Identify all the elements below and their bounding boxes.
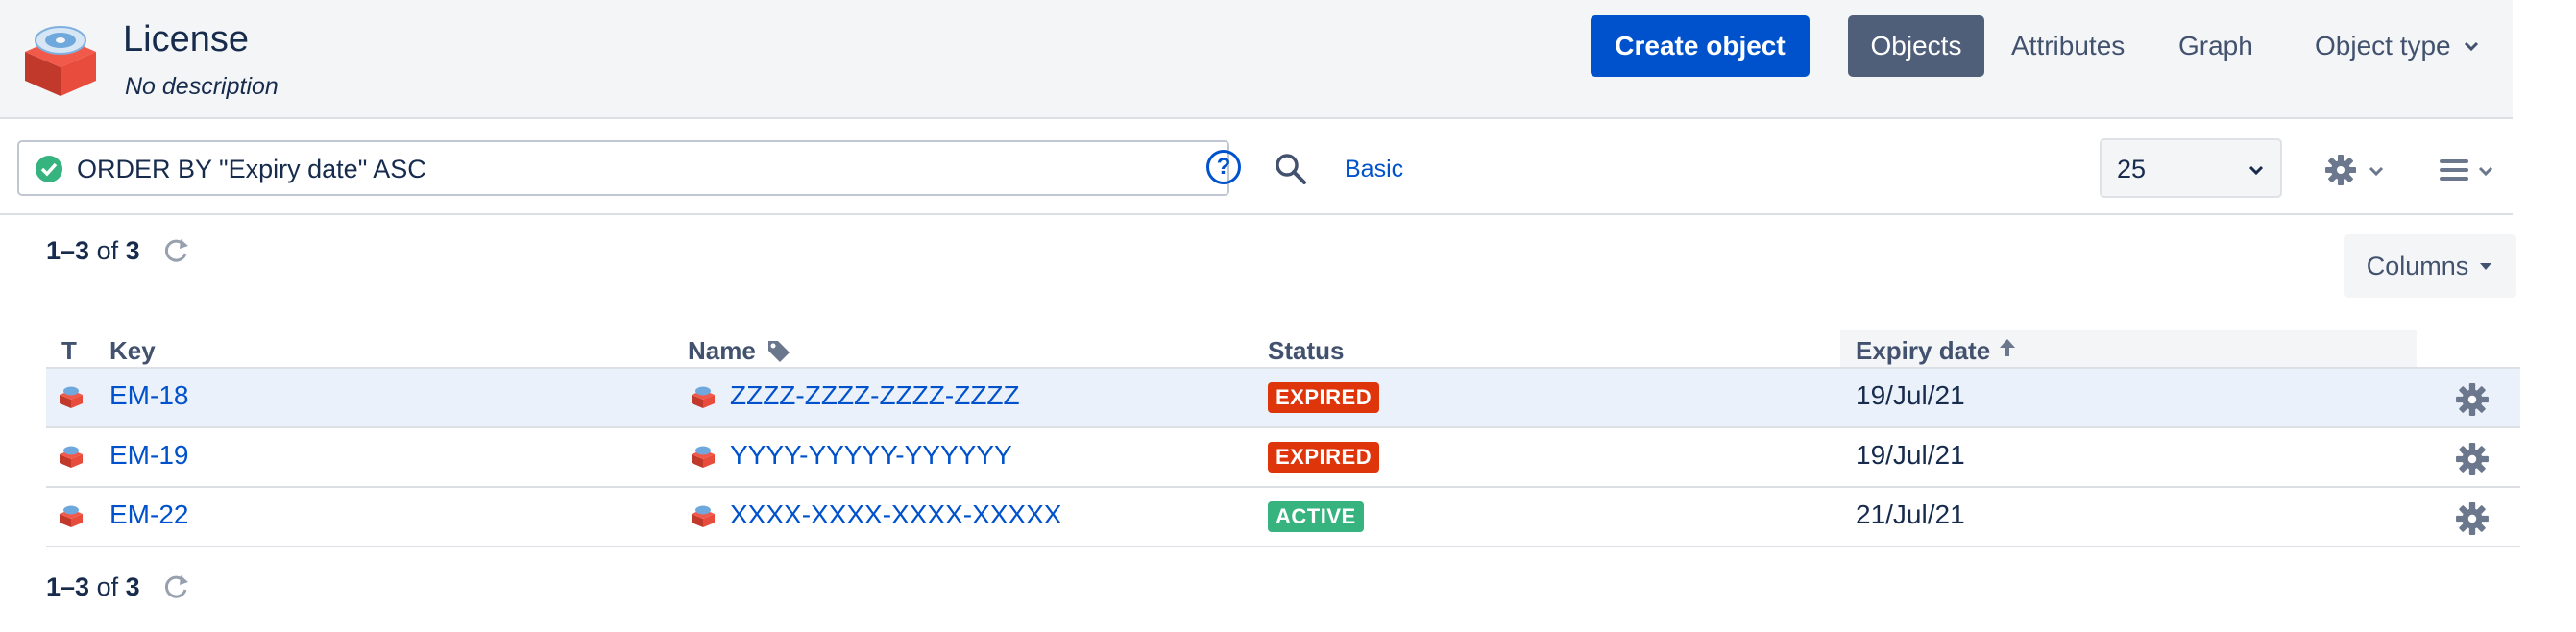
results-count-bottom: 1–3 of 3 [46, 572, 140, 602]
page-size-select[interactable]: 25 [2100, 138, 2282, 198]
caret-down-icon [2480, 263, 2492, 270]
search-bar: ORDER BY "Expiry date" ASC ? Basic 25 [0, 119, 2513, 215]
gear-icon[interactable] [2455, 501, 2490, 536]
table-row[interactable]: EM-22 XXXX-XXXX-XXXX-XXXXX ACTIVE 21/Jul… [46, 488, 2520, 547]
gear-icon[interactable] [2455, 382, 2490, 417]
tab-graph[interactable]: Graph [2178, 15, 2253, 77]
table-header: T Key Name Status Expiry date [46, 330, 2520, 369]
objects-table: T Key Name Status Expiry date EM-18 ZZZZ… [46, 330, 2520, 547]
hamburger-icon [2440, 159, 2468, 181]
column-header-name[interactable]: Name [688, 336, 791, 366]
gear-icon [2325, 155, 2356, 185]
table-row[interactable]: EM-18 ZZZZ-ZZZZ-ZZZZ-ZZZZ EXPIRED 19/Jul… [46, 369, 2520, 428]
search-icon[interactable] [1274, 152, 1308, 186]
column-header-expiry[interactable]: Expiry date [1856, 336, 2016, 366]
license-box-icon [60, 386, 83, 408]
settings-menu[interactable] [2324, 154, 2394, 186]
column-header-status[interactable]: Status [1268, 336, 1344, 366]
results-of: of [96, 236, 119, 265]
results-count-top: 1–3 of 3 [46, 236, 140, 266]
expiry-date: 19/Jul/21 [1856, 440, 1965, 470]
chevron-down-icon [2478, 166, 2493, 177]
table-row[interactable]: EM-19 YYYY-YYYYY-YYYYYY EXPIRED 19/Jul/2… [46, 428, 2520, 488]
column-header-key[interactable]: Key [109, 336, 156, 366]
arrow-up-icon [2000, 339, 2016, 356]
object-type-header: License No description Create object Obj… [0, 0, 2513, 119]
create-object-button[interactable]: Create object [1591, 15, 1810, 77]
columns-label: Columns [2366, 251, 2469, 280]
column-header-type[interactable]: T [61, 336, 77, 366]
expiry-date: 21/Jul/21 [1856, 499, 1965, 529]
question-circle-icon[interactable]: ? [1206, 150, 1241, 184]
chevron-down-icon [2369, 166, 2384, 177]
refresh-icon[interactable] [161, 572, 190, 601]
column-header-expiry-label: Expiry date [1856, 336, 1991, 365]
results-of: of [96, 572, 119, 601]
results-total: 3 [125, 572, 140, 601]
page-title: License [123, 19, 249, 60]
object-key-link[interactable]: EM-19 [109, 440, 188, 471]
chevron-down-icon [2248, 165, 2264, 176]
status-badge: EXPIRED [1268, 442, 1380, 473]
license-box-icon [692, 505, 715, 527]
check-circle-icon [36, 156, 62, 182]
object-key-link[interactable]: EM-22 [109, 499, 188, 530]
status-badge: ACTIVE [1268, 501, 1364, 532]
iql-query-input[interactable]: ORDER BY "Expiry date" ASC ? [17, 140, 1241, 196]
object-type-menu[interactable]: Object type [2315, 15, 2482, 77]
object-name-link[interactable]: ZZZZ-ZZZZ-ZZZZ-ZZZZ [730, 380, 1020, 411]
license-box-icon [692, 386, 715, 408]
view-menu[interactable] [2438, 156, 2507, 184]
object-type-menu-label: Object type [2315, 31, 2451, 61]
tab-attributes[interactable]: Attributes [2011, 15, 2125, 77]
expiry-date: 19/Jul/21 [1856, 380, 1965, 410]
column-header-name-label: Name [688, 336, 756, 365]
chevron-down-icon [2464, 41, 2478, 52]
columns-button[interactable]: Columns [2344, 234, 2516, 298]
object-key-link[interactable]: EM-18 [109, 380, 188, 411]
query-text: ORDER BY "Expiry date" ASC [77, 155, 426, 183]
results-total: 3 [125, 236, 140, 265]
basic-search-link[interactable]: Basic [1345, 156, 1403, 183]
license-box-icon [60, 505, 83, 527]
results-range: 1–3 [46, 236, 90, 265]
tag-icon [768, 341, 790, 362]
gear-icon[interactable] [2455, 442, 2490, 476]
tab-objects[interactable]: Objects [1848, 15, 1984, 77]
status-badge: EXPIRED [1268, 382, 1380, 413]
object-type-description: No description [125, 73, 279, 100]
license-box-icon [692, 446, 715, 468]
object-name-link[interactable]: YYYY-YYYYY-YYYYYY [730, 440, 1012, 471]
results-range: 1–3 [46, 572, 90, 601]
license-box-icon [25, 26, 96, 96]
refresh-icon[interactable] [161, 236, 190, 265]
page-size-value: 25 [2117, 155, 2147, 183]
object-name-link[interactable]: XXXX-XXXX-XXXX-XXXXX [730, 499, 1061, 530]
license-box-icon [60, 446, 83, 468]
